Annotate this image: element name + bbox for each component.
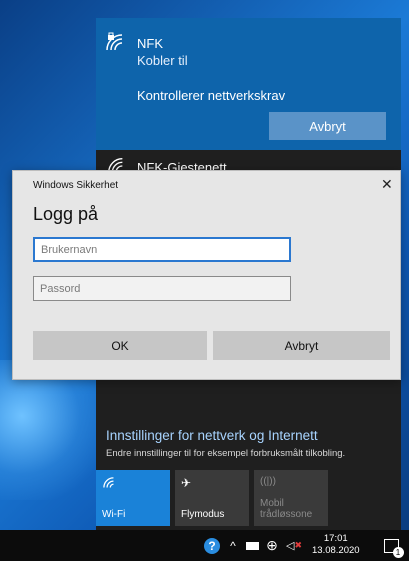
globe-icon[interactable]: ⊕ <box>262 530 282 561</box>
network-settings-description: Endre innstillinger til for eksempel for… <box>106 448 346 459</box>
network-name: NFK <box>137 36 163 51</box>
network-item-nfk[interactable]: NFK Kobler til Kontrollerer nettverkskra… <box>96 18 401 150</box>
notification-center-icon[interactable]: 1 <box>378 530 404 561</box>
dialog-window-title: Windows Sikkerhet <box>33 180 119 191</box>
wifi-secure-icon <box>106 32 123 51</box>
notification-count-badge: 1 <box>392 546 404 558</box>
network-status: Kobler til <box>137 53 188 68</box>
tile-label: Mobil trådløssone <box>260 498 313 520</box>
tile-label: Wi-Fi <box>102 509 126 520</box>
tile-wifi[interactable]: Wi-Fi <box>96 470 170 526</box>
volume-muted-icon[interactable]: ◁ ✖ <box>283 530 305 561</box>
system-clock[interactable]: 17:01 13.08.2020 <box>312 533 360 557</box>
chevron-up-icon[interactable]: ^ <box>224 530 242 561</box>
clock-date: 13.08.2020 <box>312 545 360 556</box>
airplane-icon: ✈ <box>181 476 192 490</box>
password-input[interactable] <box>33 276 291 301</box>
battery-icon[interactable] <box>243 530 261 561</box>
taskbar: ? ^ ⊕ ◁ ✖ 17:01 13.08.2020 1 <box>0 530 409 561</box>
ok-button[interactable]: OK <box>33 331 207 360</box>
help-icon[interactable]: ? <box>201 530 223 561</box>
wifi-icon <box>103 477 114 488</box>
tile-label: Flymodus <box>181 509 225 520</box>
cancel-button[interactable]: Avbryt <box>213 331 390 360</box>
username-input[interactable] <box>33 237 291 262</box>
network-settings-link[interactable]: Innstillinger for nettverk og Internett <box>106 428 318 443</box>
dialog-heading: Logg på <box>33 204 99 224</box>
tile-flymodus[interactable]: ✈ Flymodus <box>175 470 249 526</box>
hotspot-icon: ((|)) <box>260 476 276 487</box>
security-dialog: Windows Sikkerhet ✕ Logg på OK Avbryt <box>12 170 401 380</box>
network-cancel-button[interactable]: Avbryt <box>269 112 386 140</box>
clock-time: 17:01 <box>323 533 348 544</box>
network-check-text: Kontrollerer nettverkskrav <box>137 88 286 103</box>
tile-mobile-hotspot[interactable]: ((|)) Mobil trådløssone <box>254 470 328 526</box>
close-icon[interactable]: ✕ <box>381 176 393 193</box>
